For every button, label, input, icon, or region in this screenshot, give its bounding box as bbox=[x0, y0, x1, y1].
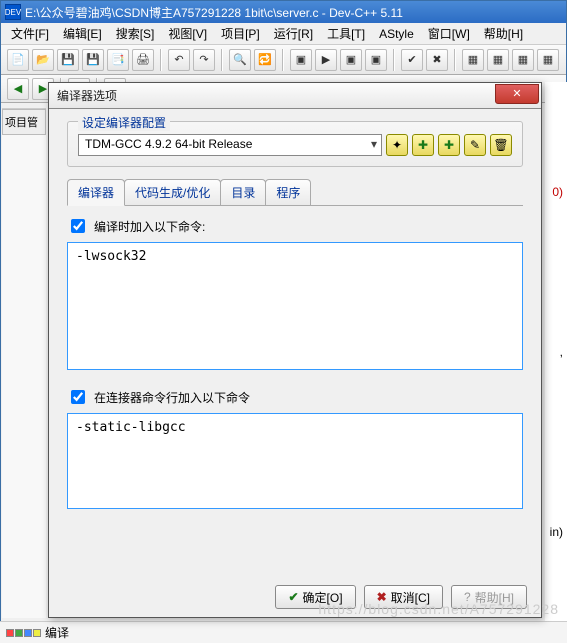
dialog-tabs: 编译器 代码生成/优化 目录 程序 bbox=[67, 179, 523, 206]
find-icon[interactable]: 🔍 bbox=[229, 49, 251, 71]
layout-indicator-icon bbox=[6, 629, 41, 637]
menu-file[interactable]: 文件[F] bbox=[5, 23, 55, 44]
redo-icon[interactable]: ↷ bbox=[193, 49, 215, 71]
window-title: E:\公众号碧油鸡\CSDN博主A757291228 1bit\c\server… bbox=[25, 4, 562, 21]
rebuild-icon[interactable]: ▣ bbox=[365, 49, 387, 71]
linker-commands-textarea[interactable] bbox=[67, 413, 523, 509]
menu-astyle[interactable]: AStyle bbox=[373, 25, 420, 43]
run-icon[interactable]: ▶ bbox=[315, 49, 337, 71]
app-icon: DEV bbox=[5, 4, 21, 20]
menu-tools[interactable]: 工具[T] bbox=[321, 23, 371, 44]
compile-run-icon[interactable]: ▣ bbox=[340, 49, 362, 71]
project-panel-tab[interactable]: 项目管 bbox=[2, 109, 46, 135]
compiler-select[interactable]: TDM-GCC 4.9.2 64-bit Release bbox=[78, 134, 382, 156]
check-icon: ✔ bbox=[288, 590, 298, 604]
add-button[interactable]: ✚ bbox=[412, 134, 434, 156]
separator bbox=[282, 49, 284, 71]
debug-icon[interactable]: ✔ bbox=[401, 49, 423, 71]
replace-icon[interactable]: 🔁 bbox=[254, 49, 276, 71]
tab-directories[interactable]: 目录 bbox=[220, 179, 266, 205]
compiler-options-dialog: 编译器选项 ✕ 设定编译器配置 TDM-GCC 4.9.2 64-bit Rel… bbox=[48, 82, 542, 618]
compile-commands-textarea[interactable] bbox=[67, 242, 523, 370]
tab-codegen[interactable]: 代码生成/优化 bbox=[124, 179, 221, 205]
layout4-icon[interactable]: ▦ bbox=[537, 49, 559, 71]
dialog-title: 编译器选项 bbox=[57, 87, 495, 104]
add-linker-commands-checkbox[interactable] bbox=[71, 390, 85, 404]
separator bbox=[393, 49, 395, 71]
editor-fragment: 0) , in) bbox=[545, 82, 567, 621]
layout3-icon[interactable]: ▦ bbox=[512, 49, 534, 71]
separator bbox=[454, 49, 456, 71]
compile-icon[interactable]: ▣ bbox=[290, 49, 312, 71]
add-compile-commands-checkbox[interactable] bbox=[71, 219, 85, 233]
statusbar: 编译 bbox=[0, 621, 567, 643]
close-button[interactable]: ✕ bbox=[495, 84, 539, 104]
menu-help[interactable]: 帮助[H] bbox=[478, 23, 529, 44]
tab-programs[interactable]: 程序 bbox=[265, 179, 311, 205]
separator bbox=[221, 49, 223, 71]
layout1-icon[interactable]: ▦ bbox=[462, 49, 484, 71]
toolbar-row-1: 📄 📂 💾 💾 📑 🖨 ↶ ↷ 🔍 🔁 ▣ ▶ ▣ ▣ ✔ ✖ ▦ ▦ ▦ ▦ bbox=[1, 45, 566, 75]
menu-search[interactable]: 搜索[S] bbox=[110, 23, 161, 44]
menu-edit[interactable]: 编辑[E] bbox=[57, 23, 108, 44]
new-file-icon[interactable]: 📄 bbox=[7, 49, 29, 71]
star-button[interactable]: ✦ bbox=[386, 134, 408, 156]
separator bbox=[160, 49, 162, 71]
menu-window[interactable]: 窗口[W] bbox=[422, 23, 476, 44]
add-compile-commands-label: 编译时加入以下命令: bbox=[94, 218, 205, 235]
stop-icon[interactable]: ✖ bbox=[426, 49, 448, 71]
menubar: 文件[F] 编辑[E] 搜索[S] 视图[V] 项目[P] 运行[R] 工具[T… bbox=[1, 23, 566, 45]
undo-icon[interactable]: ↶ bbox=[168, 49, 190, 71]
save-icon[interactable]: 💾 bbox=[57, 49, 79, 71]
menu-project[interactable]: 项目[P] bbox=[215, 23, 266, 44]
group-legend: 设定编译器配置 bbox=[78, 114, 170, 131]
watermark: https://blog.csdn.net/A757291228 bbox=[318, 601, 559, 617]
close-file-icon[interactable]: 📑 bbox=[107, 49, 129, 71]
dialog-titlebar: 编译器选项 ✕ bbox=[49, 83, 541, 109]
print-icon[interactable]: 🖨 bbox=[132, 49, 154, 71]
tab-compiler[interactable]: 编译器 bbox=[67, 179, 125, 206]
layout2-icon[interactable]: ▦ bbox=[487, 49, 509, 71]
menu-run[interactable]: 运行[R] bbox=[268, 23, 319, 44]
menu-view[interactable]: 视图[V] bbox=[162, 23, 213, 44]
delete-button[interactable]: 🗑 bbox=[490, 134, 512, 156]
rename-button[interactable]: ✎ bbox=[464, 134, 486, 156]
status-tab[interactable]: 编译 bbox=[45, 624, 69, 641]
add-linker-commands-label: 在连接器命令行加入以下命令 bbox=[94, 389, 250, 406]
compiler-config-group: 设定编译器配置 TDM-GCC 4.9.2 64-bit Release ✦ ✚… bbox=[67, 121, 523, 167]
add-folder-button[interactable]: ✚ bbox=[438, 134, 460, 156]
back-icon[interactable]: ◀ bbox=[7, 78, 29, 100]
save-all-icon[interactable]: 💾 bbox=[82, 49, 104, 71]
project-panel: 项目管 bbox=[2, 108, 46, 618]
open-icon[interactable]: 📂 bbox=[32, 49, 54, 71]
main-titlebar: DEV E:\公众号碧油鸡\CSDN博主A757291228 1bit\c\se… bbox=[1, 1, 566, 23]
